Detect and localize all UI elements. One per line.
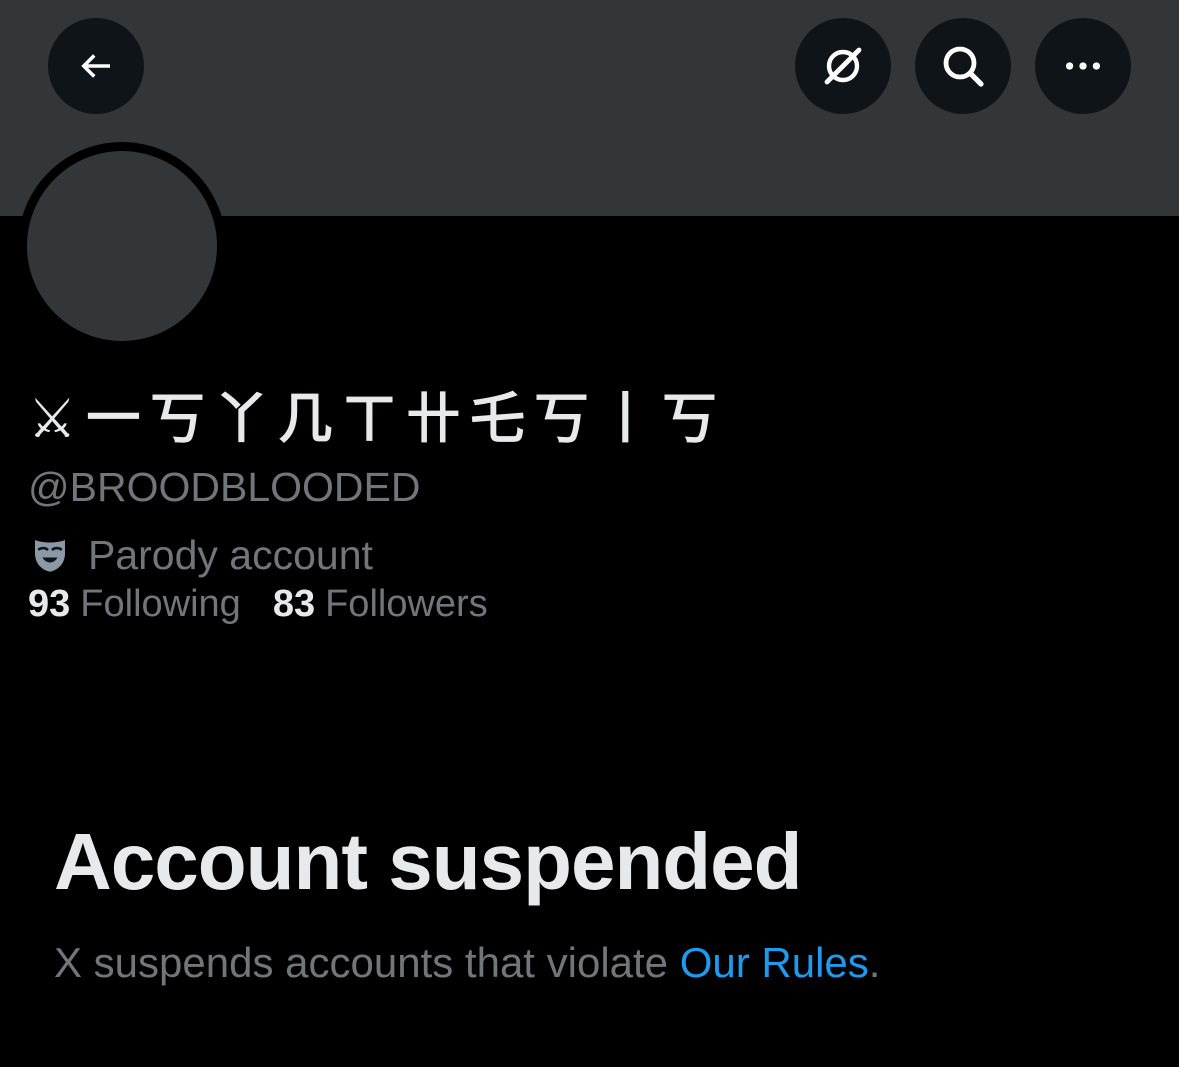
theater-mask-icon <box>35 540 65 572</box>
display-name: ⚔︎一丂丫几ㄒ卄乇丂丨丂 <box>28 386 727 450</box>
followers-count: 83 <box>272 582 316 625</box>
suspended-message: X suspends accounts that violate Our Rul… <box>54 936 880 990</box>
grok-button[interactable] <box>795 18 891 114</box>
avatar-container <box>18 142 226 350</box>
followers-link[interactable]: 83 Followers <box>273 583 488 626</box>
parody-label: Parody account <box>88 531 373 578</box>
our-rules-link[interactable]: Our Rules <box>680 939 869 986</box>
avatar[interactable] <box>27 151 217 341</box>
followers-label: Followers <box>325 582 488 625</box>
more-horizontal-icon <box>1065 62 1101 70</box>
suspended-message-period: . <box>868 939 881 986</box>
parody-label-row: Parody account <box>30 530 373 580</box>
grok-icon <box>824 47 862 85</box>
following-count: 93 <box>28 582 71 625</box>
suspended-message-text: X suspends accounts that violate <box>54 939 680 986</box>
back-button[interactable] <box>48 18 144 114</box>
follow-stats: 93 Following 83 Followers <box>28 580 488 628</box>
following-link[interactable]: 93 Following <box>28 583 241 626</box>
search-button[interactable] <box>915 18 1011 114</box>
search-icon <box>943 46 984 87</box>
more-button[interactable] <box>1035 18 1131 114</box>
following-label: Following <box>80 582 241 625</box>
suspended-title: Account suspended <box>54 817 803 906</box>
arrow-left-icon <box>81 54 110 78</box>
username-handle: @BROODBLOODED <box>28 464 421 510</box>
profile-page: ⚔︎一丂丫几ㄒ卄乇丂丨丂 @BROODBLOODED Parody accoun… <box>0 0 1179 1067</box>
